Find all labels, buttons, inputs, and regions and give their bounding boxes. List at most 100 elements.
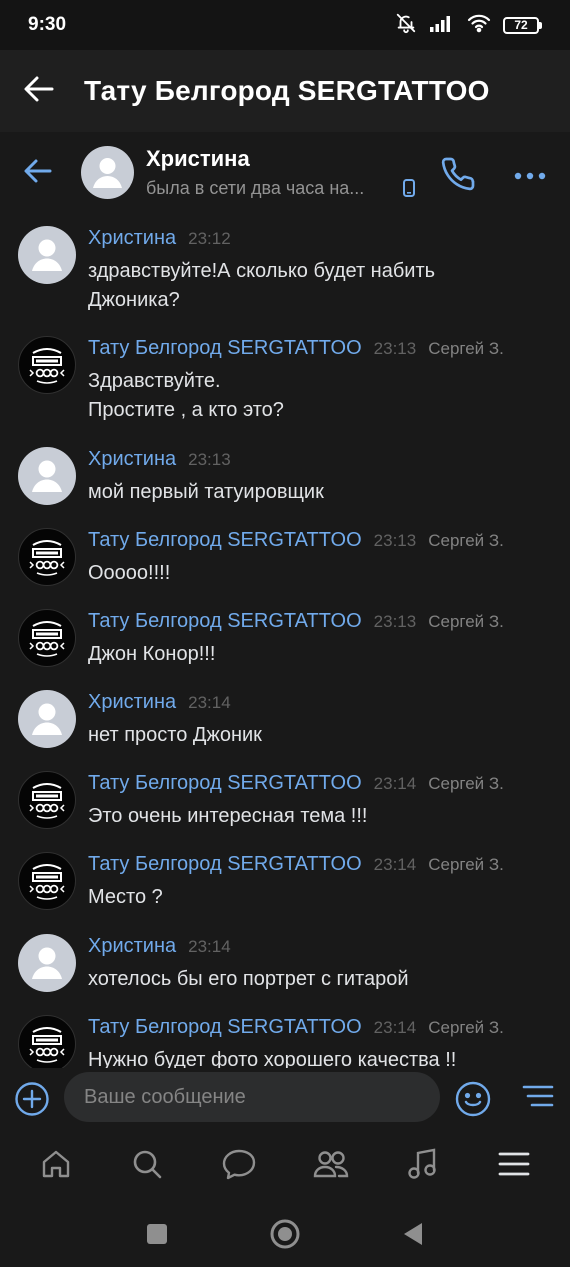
message-text: мой первый татуировщик (88, 481, 324, 503)
message-time: 23:14 (373, 774, 417, 793)
status-time: 9:30 (28, 14, 67, 35)
message-input[interactable] (64, 1072, 440, 1122)
contact-name[interactable]: Христина (146, 146, 250, 172)
friends-icon[interactable] (301, 1134, 361, 1194)
back-arrow-icon[interactable] (22, 74, 56, 109)
message-item[interactable]: Христина 23:14 нет просто Джоник (0, 678, 570, 759)
message-time: 23:13 (188, 450, 231, 469)
music-icon[interactable] (392, 1134, 452, 1194)
message-time: 23:14 (188, 693, 231, 712)
chat-back-arrow-icon[interactable] (22, 156, 54, 191)
message-time: 23:13 (373, 531, 417, 550)
message-item[interactable]: Тату Белгород SERGTATTOO 23:14 Сергей З.… (0, 1003, 570, 1068)
message-header: Тату Белгород SERGTATTOO 23:13 Сергей З. (88, 337, 504, 360)
message-item[interactable]: Тату Белгород SERGTATTOO 23:13 Сергей З.… (0, 597, 570, 678)
mobile-phone-icon (403, 179, 415, 202)
message-header: Тату Белгород SERGTATTOO 23:14 Сергей З. (88, 1016, 504, 1039)
message-time: 23:12 (188, 229, 231, 248)
message-time: 23:14 (373, 855, 417, 874)
message-options-icon[interactable] (521, 1082, 555, 1117)
message-time: 23:13 (373, 612, 417, 631)
message-text: Это очень интересная тема !!! (88, 805, 368, 827)
message-item[interactable]: Христина 23:12 здравствуйте!А сколько бу… (0, 214, 570, 324)
contact-avatar[interactable] (81, 146, 134, 199)
user-avatar[interactable] (18, 447, 76, 505)
chat-header: Христина была в сети два часа на... (0, 132, 570, 214)
message-author[interactable]: Тату Белгород SERGTATTOO (88, 610, 362, 633)
message-text: Место ? (88, 886, 163, 908)
message-list[interactable]: Христина 23:12 здравствуйте!А сколько бу… (0, 214, 570, 1068)
wifi-icon (467, 13, 491, 38)
message-text: нет просто Джоник (88, 724, 262, 746)
app-header: Тату Белгород SERGTATTOO (0, 50, 570, 132)
message-header: Христина 23:12 (88, 227, 231, 250)
message-text: Джон Конор!!! (88, 643, 216, 665)
message-author[interactable]: Тату Белгород SERGTATTOO (88, 1016, 362, 1039)
signal-icon (429, 13, 455, 38)
message-composer (0, 1068, 570, 1128)
message-text: здравствуйте!А сколько будет набить Джон… (88, 260, 436, 311)
search-icon[interactable] (117, 1134, 177, 1194)
battery-icon: 72 (503, 16, 542, 34)
system-navigation-bar (0, 1200, 570, 1267)
message-header: Тату Белгород SERGTATTOO 23:14 Сергей З. (88, 772, 504, 795)
message-item[interactable]: Христина 23:14 хотелось бы его портрет с… (0, 922, 570, 1003)
message-author[interactable]: Тату Белгород SERGTATTOO (88, 853, 362, 876)
message-item[interactable]: Христина 23:13 мой первый татуировщик (0, 435, 570, 516)
message-header: Христина 23:14 (88, 691, 231, 714)
message-author[interactable]: Христина (88, 935, 176, 958)
message-author[interactable]: Тату Белгород SERGTATTOO (88, 529, 362, 552)
message-text: хотелось бы его портрет с гитарой (88, 968, 409, 990)
message-agent: Сергей З. (428, 1018, 504, 1037)
messages-icon[interactable] (209, 1134, 269, 1194)
message-header: Христина 23:14 (88, 935, 231, 958)
recent-apps-icon[interactable] (137, 1214, 177, 1254)
message-text: Нужно будет фото хорошего качества !! (88, 1049, 457, 1068)
studio-logo-avatar[interactable] (18, 528, 76, 586)
message-header: Христина 23:13 (88, 448, 231, 471)
add-attachment-icon[interactable] (14, 1081, 50, 1122)
message-time: 23:13 (373, 339, 417, 358)
message-author[interactable]: Христина (88, 448, 176, 471)
page-title: Тату Белгород SERGTATTOO (84, 75, 490, 106)
message-header: Тату Белгород SERGTATTOO 23:13 Сергей З. (88, 610, 504, 633)
message-text: Ооооо!!!! (88, 562, 171, 584)
menu-icon[interactable] (484, 1134, 544, 1194)
message-agent: Сергей З. (428, 339, 504, 358)
message-agent: Сергей З. (428, 612, 504, 631)
system-back-icon[interactable] (393, 1214, 433, 1254)
message-item[interactable]: Тату Белгород SERGTATTOO 23:13 Сергей З.… (0, 516, 570, 597)
user-avatar[interactable] (18, 690, 76, 748)
message-header: Тату Белгород SERGTATTOO 23:14 Сергей З. (88, 853, 504, 876)
call-icon[interactable] (440, 156, 476, 197)
more-options-icon[interactable] (513, 168, 547, 186)
contact-last-seen: была в сети два часа на... (146, 178, 365, 198)
muted-bell-icon (395, 12, 417, 39)
message-item[interactable]: Тату Белгород SERGTATTOO 23:14 Сергей З.… (0, 840, 570, 921)
message-author[interactable]: Христина (88, 227, 176, 250)
home-button-icon[interactable] (265, 1214, 305, 1254)
studio-logo-avatar[interactable] (18, 771, 76, 829)
message-text: Здравствуйте. Простите , а кто это? (88, 370, 284, 421)
emoji-icon[interactable] (454, 1080, 492, 1123)
studio-logo-avatar[interactable] (18, 852, 76, 910)
battery-level: 72 (503, 16, 539, 34)
studio-logo-avatar[interactable] (18, 609, 76, 667)
user-avatar[interactable] (18, 226, 76, 284)
user-avatar[interactable] (18, 934, 76, 992)
message-time: 23:14 (188, 937, 231, 956)
message-author[interactable]: Тату Белгород SERGTATTOO (88, 772, 362, 795)
message-author[interactable]: Тату Белгород SERGTATTOO (88, 337, 362, 360)
message-time: 23:14 (373, 1018, 417, 1037)
message-agent: Сергей З. (428, 855, 504, 874)
studio-logo-avatar[interactable] (18, 1015, 76, 1068)
message-item[interactable]: Тату Белгород SERGTATTOO 23:13 Сергей З.… (0, 324, 570, 434)
message-header: Тату Белгород SERGTATTOO 23:13 Сергей З. (88, 529, 504, 552)
message-agent: Сергей З. (428, 531, 504, 550)
message-item[interactable]: Тату Белгород SERGTATTOO 23:14 Сергей З.… (0, 759, 570, 840)
studio-logo-avatar[interactable] (18, 336, 76, 394)
status-bar: 9:30 72 (0, 0, 570, 50)
home-icon[interactable] (26, 1134, 86, 1194)
message-author[interactable]: Христина (88, 691, 176, 714)
message-agent: Сергей З. (428, 774, 504, 793)
